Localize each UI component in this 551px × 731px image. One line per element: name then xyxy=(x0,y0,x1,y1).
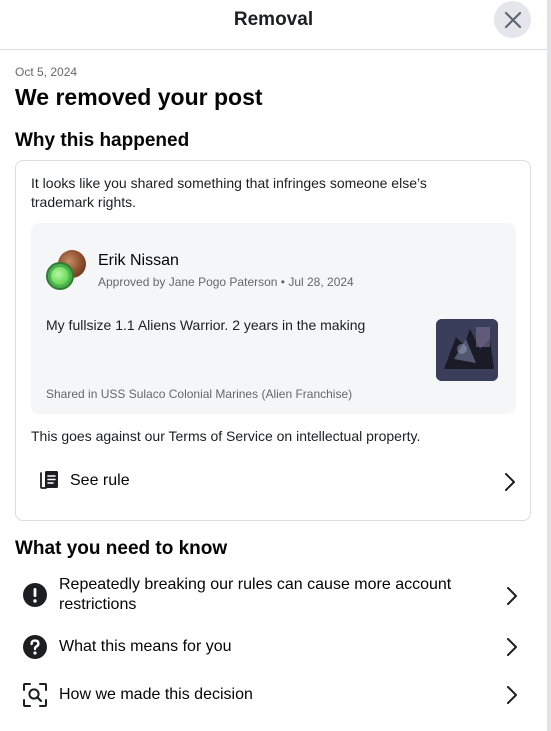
see-rule-label: See rule xyxy=(70,472,130,489)
removal-date: Oct 5, 2024 xyxy=(15,65,78,79)
chevron-right-icon xyxy=(507,686,517,704)
reason-explanation: It looks like you shared something that … xyxy=(31,175,427,210)
avatar xyxy=(46,250,88,292)
page-title: We removed your post xyxy=(15,84,263,110)
know-item-what-this-means[interactable]: What this means for you xyxy=(15,627,531,667)
post-text: My fullsize 1.1 Aliens Warrior. 2 years … xyxy=(46,317,366,333)
terms-statement: This goes against our Terms of Service o… xyxy=(31,428,421,444)
author-status-badge xyxy=(46,262,74,290)
why-heading: Why this happened xyxy=(15,130,190,151)
close-icon xyxy=(504,11,521,28)
post-shared-in: Shared in USS Sulaco Colonial Marines (A… xyxy=(46,387,353,401)
chevron-right-icon xyxy=(507,638,517,656)
scrollbar-thumb[interactable] xyxy=(547,0,551,731)
know-item-label: How we made this decision xyxy=(59,686,253,703)
chevron-right-icon xyxy=(507,587,517,605)
magnifier-scan-icon xyxy=(23,683,47,707)
post-author: Erik Nissan xyxy=(98,252,179,269)
post-approval-line: Approved by Jane Pogo Paterson • Jul 28,… xyxy=(98,275,354,289)
know-heading: What you need to know xyxy=(15,538,228,559)
reason-card: It looks like you shared something that … xyxy=(15,160,531,521)
post-thumbnail xyxy=(436,319,498,381)
know-item-label: Repeatedly breaking our rules can cause … xyxy=(59,576,452,613)
close-button[interactable] xyxy=(494,1,531,38)
exclamation-circle-icon xyxy=(23,583,47,607)
know-item-label: What this means for you xyxy=(59,638,232,655)
know-item-how-decided[interactable]: How we made this decision xyxy=(15,675,531,715)
removed-post-preview: Erik Nissan Approved by Jane Pogo Paters… xyxy=(31,223,516,414)
know-item-restrictions[interactable]: Repeatedly breaking our rules can cause … xyxy=(15,574,531,618)
see-rule-button[interactable]: See rule xyxy=(30,461,516,501)
rulebook-icon xyxy=(40,471,58,489)
dialog-header: Removal xyxy=(0,0,547,50)
dialog-title: Removal xyxy=(233,9,314,30)
question-circle-icon xyxy=(23,635,47,659)
chevron-right-icon xyxy=(505,473,515,491)
